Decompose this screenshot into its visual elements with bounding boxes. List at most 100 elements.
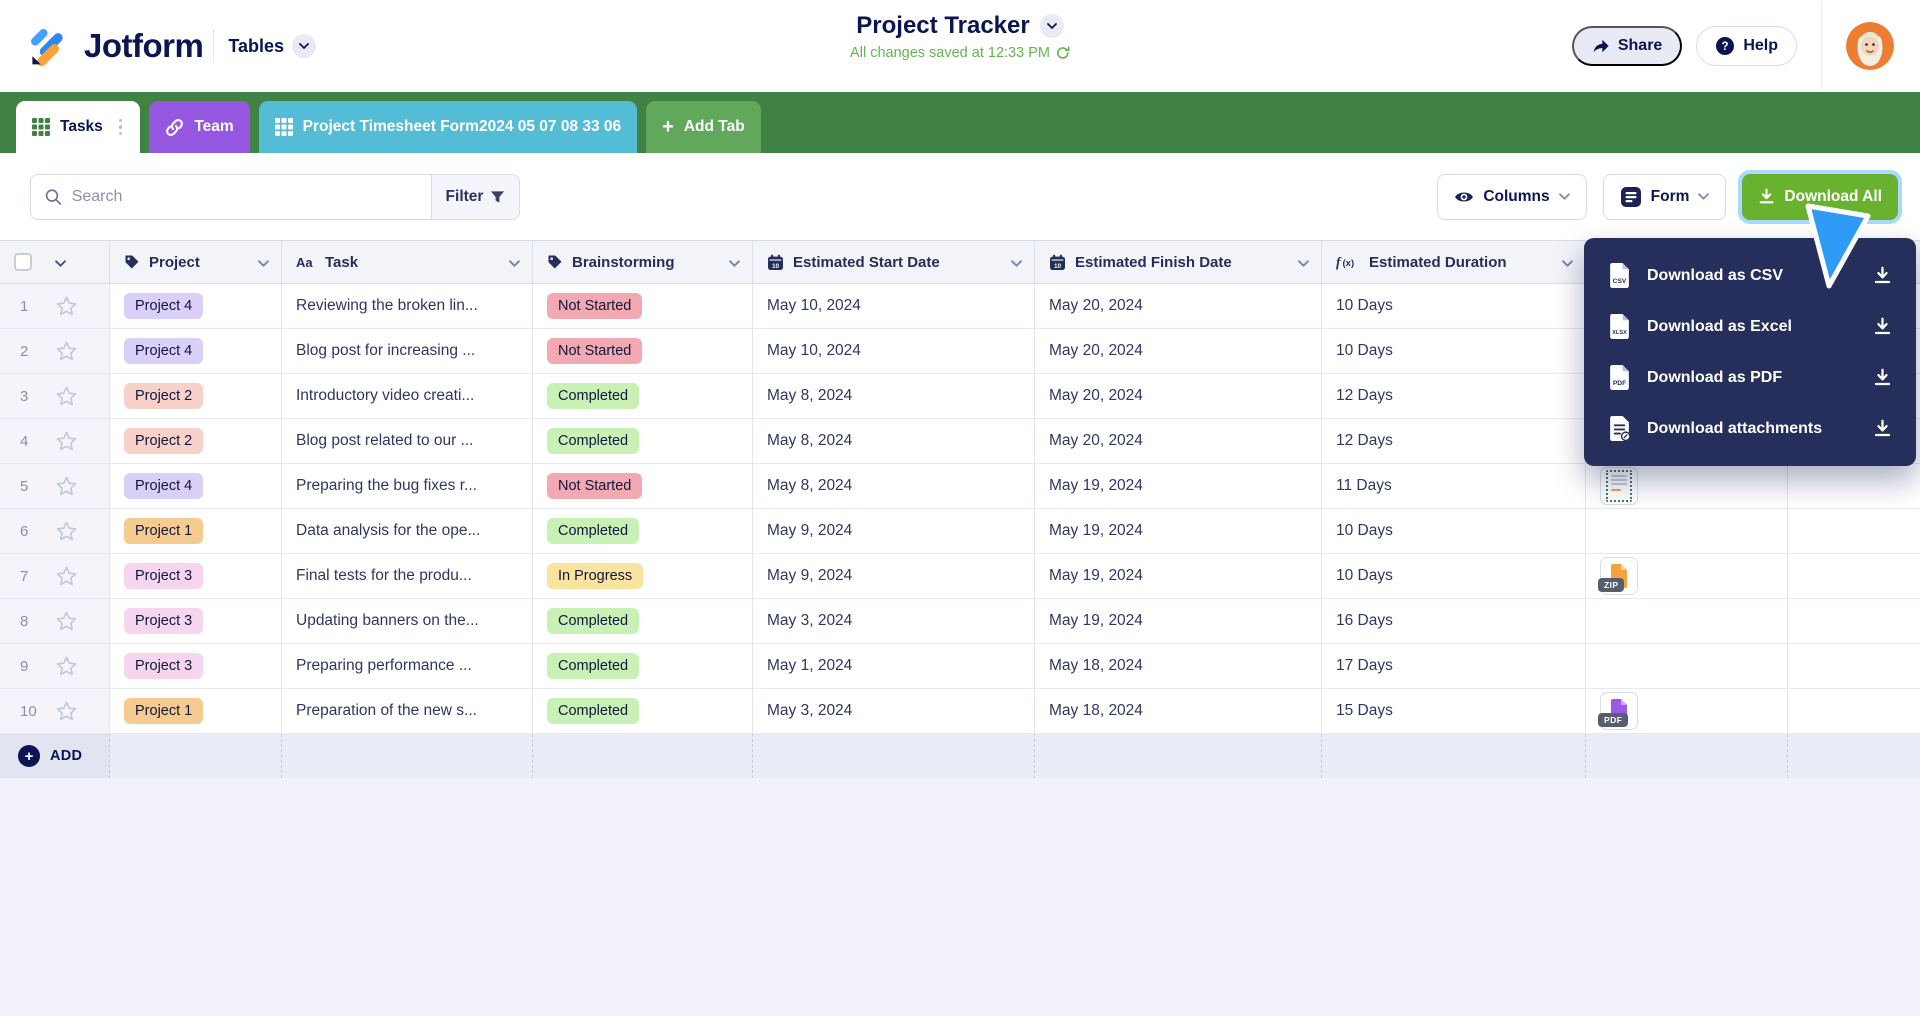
- star-icon[interactable]: [56, 431, 77, 451]
- cell-start-date[interactable]: May 8, 2024: [753, 419, 1035, 463]
- cell-duration[interactable]: 11 Days: [1322, 464, 1586, 508]
- star-icon[interactable]: [56, 566, 77, 586]
- cell-finish-date[interactable]: May 18, 2024: [1035, 689, 1322, 733]
- user-avatar[interactable]: [1846, 22, 1894, 70]
- cell-brainstorming[interactable]: Completed: [533, 509, 753, 553]
- cell-project[interactable]: Project 3: [110, 599, 282, 643]
- cell-finish-date[interactable]: May 19, 2024: [1035, 509, 1322, 553]
- column-header-finish[interactable]: 10 Estimated Finish Date: [1035, 241, 1322, 283]
- jotform-logo[interactable]: Jotform: [26, 24, 204, 68]
- product-chevron[interactable]: [292, 34, 317, 58]
- cell-duration[interactable]: 10 Days: [1322, 329, 1586, 373]
- cell-extra[interactable]: [1788, 689, 1920, 733]
- cell-brainstorming[interactable]: Not Started: [533, 284, 753, 328]
- cell-duration[interactable]: 12 Days: [1322, 419, 1586, 463]
- attachment-image[interactable]: [1600, 467, 1638, 505]
- cell-attachment[interactable]: [1586, 509, 1788, 553]
- tab-menu-icon[interactable]: [117, 115, 125, 140]
- form-button[interactable]: Form: [1602, 173, 1727, 220]
- cell-attachment[interactable]: [1586, 644, 1788, 688]
- cell-finish-date[interactable]: May 20, 2024: [1035, 284, 1322, 328]
- cell-brainstorming[interactable]: Completed: [533, 374, 753, 418]
- cell-duration[interactable]: 12 Days: [1322, 374, 1586, 418]
- cell-start-date[interactable]: May 9, 2024: [753, 509, 1035, 553]
- product-switcher[interactable]: Tables: [228, 34, 317, 58]
- star-icon[interactable]: [56, 701, 77, 721]
- star-icon[interactable]: [56, 476, 77, 496]
- cell-extra[interactable]: [1788, 554, 1920, 598]
- cell-start-date[interactable]: May 10, 2024: [753, 284, 1035, 328]
- add-tab-button[interactable]: + Add Tab: [646, 101, 761, 153]
- cell-duration[interactable]: 10 Days: [1322, 554, 1586, 598]
- column-header-brainstorming[interactable]: Brainstorming: [533, 241, 753, 283]
- cell-task[interactable]: Preparation of the new s...: [282, 689, 533, 733]
- cell-duration[interactable]: 15 Days: [1322, 689, 1586, 733]
- attachment-pdf[interactable]: PDF: [1598, 692, 1638, 730]
- columns-button[interactable]: Columns: [1437, 173, 1587, 220]
- cell-task[interactable]: Final tests for the produ...: [282, 554, 533, 598]
- cell-project[interactable]: Project 4: [110, 284, 282, 328]
- tab-project[interactable]: Project Timesheet Form2024 05 07 08 33 0…: [258, 101, 638, 153]
- cell-finish-date[interactable]: May 20, 2024: [1035, 374, 1322, 418]
- cell-brainstorming[interactable]: Completed: [533, 599, 753, 643]
- cell-task[interactable]: Updating banners on the...: [282, 599, 533, 643]
- cell-extra[interactable]: [1788, 509, 1920, 553]
- cell-start-date[interactable]: May 10, 2024: [753, 329, 1035, 373]
- cell-project[interactable]: Project 3: [110, 644, 282, 688]
- cell-project[interactable]: Project 1: [110, 509, 282, 553]
- cell-start-date[interactable]: May 9, 2024: [753, 554, 1035, 598]
- tab-team[interactable]: Team: [149, 101, 250, 153]
- star-icon[interactable]: [56, 611, 77, 631]
- cell-brainstorming[interactable]: Not Started: [533, 329, 753, 373]
- menu-item-download-attachments[interactable]: Download attachments: [1584, 403, 1916, 454]
- cell-duration[interactable]: 17 Days: [1322, 644, 1586, 688]
- cell-duration[interactable]: 10 Days: [1322, 509, 1586, 553]
- select-all-checkbox[interactable]: [14, 253, 32, 271]
- tab-tasks[interactable]: Tasks: [16, 101, 141, 153]
- cell-extra[interactable]: [1788, 644, 1920, 688]
- cell-finish-date[interactable]: May 20, 2024: [1035, 419, 1322, 463]
- cell-project[interactable]: Project 2: [110, 374, 282, 418]
- cell-brainstorming[interactable]: Completed: [533, 644, 753, 688]
- cell-task[interactable]: Data analysis for the ope...: [282, 509, 533, 553]
- cell-task[interactable]: Blog post related to our ...: [282, 419, 533, 463]
- star-icon[interactable]: [56, 521, 77, 541]
- cell-task[interactable]: Reviewing the broken lin...: [282, 284, 533, 328]
- star-icon[interactable]: [56, 386, 77, 406]
- cell-finish-date[interactable]: May 19, 2024: [1035, 464, 1322, 508]
- title-chevron[interactable]: [1039, 14, 1064, 38]
- cell-task[interactable]: Blog post for increasing ...: [282, 329, 533, 373]
- cell-start-date[interactable]: May 3, 2024: [753, 689, 1035, 733]
- cell-task[interactable]: Preparing performance ...: [282, 644, 533, 688]
- column-header-select[interactable]: [0, 241, 110, 283]
- cell-attachment[interactable]: [1586, 464, 1788, 508]
- cell-project[interactable]: Project 2: [110, 419, 282, 463]
- share-button[interactable]: Share: [1571, 26, 1683, 66]
- cell-attachment[interactable]: PDF: [1586, 689, 1788, 733]
- attachment-zip[interactable]: ZIP: [1598, 557, 1638, 595]
- cell-start-date[interactable]: May 8, 2024: [753, 464, 1035, 508]
- cell-duration[interactable]: 10 Days: [1322, 284, 1586, 328]
- star-icon[interactable]: [56, 296, 77, 316]
- cell-brainstorming[interactable]: Completed: [533, 689, 753, 733]
- cell-project[interactable]: Project 4: [110, 464, 282, 508]
- help-button[interactable]: ? Help: [1696, 26, 1797, 66]
- column-header-project[interactable]: Project: [110, 241, 282, 283]
- star-icon[interactable]: [56, 341, 77, 361]
- cell-brainstorming[interactable]: In Progress: [533, 554, 753, 598]
- menu-item-download-as-csv[interactable]: CSV Download as CSV: [1584, 250, 1916, 301]
- cell-start-date[interactable]: May 1, 2024: [753, 644, 1035, 688]
- cell-finish-date[interactable]: May 18, 2024: [1035, 644, 1322, 688]
- add-row-button[interactable]: + ADD: [0, 734, 110, 778]
- column-header-duration[interactable]: f (x) Estimated Duration: [1322, 241, 1586, 283]
- column-header-start[interactable]: 10 Estimated Start Date: [753, 241, 1035, 283]
- cell-extra[interactable]: [1788, 464, 1920, 508]
- cell-project[interactable]: Project 4: [110, 329, 282, 373]
- menu-item-download-as-pdf[interactable]: PDF Download as PDF: [1584, 352, 1916, 403]
- cell-project[interactable]: Project 3: [110, 554, 282, 598]
- cell-task[interactable]: Preparing the bug fixes r...: [282, 464, 533, 508]
- cell-duration[interactable]: 16 Days: [1322, 599, 1586, 643]
- cell-finish-date[interactable]: May 19, 2024: [1035, 599, 1322, 643]
- cell-finish-date[interactable]: May 19, 2024: [1035, 554, 1322, 598]
- cell-extra[interactable]: [1788, 599, 1920, 643]
